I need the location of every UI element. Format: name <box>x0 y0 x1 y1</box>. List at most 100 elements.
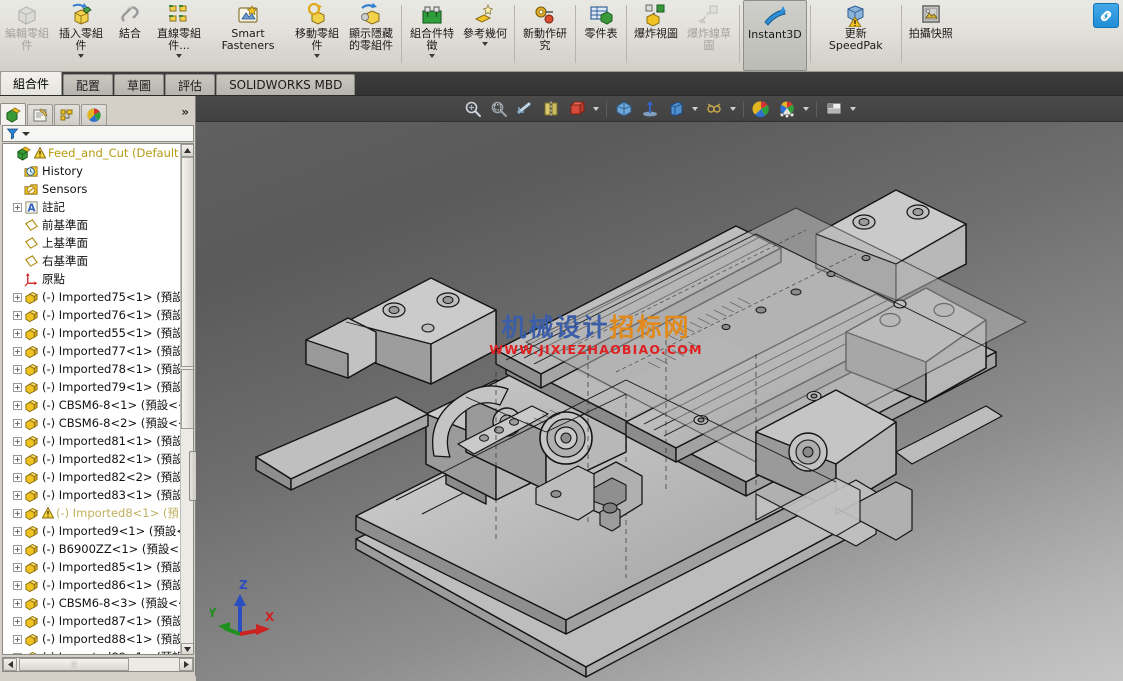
view-orientation-icon[interactable] <box>565 98 589 120</box>
view-orientation-chevron-down-icon[interactable] <box>591 98 601 120</box>
previous-view-icon[interactable] <box>513 98 537 120</box>
chevron-down-icon[interactable] <box>409 51 455 60</box>
expand-plus-icon[interactable]: + <box>13 562 22 572</box>
edit-appearance-icon[interactable] <box>664 98 688 120</box>
viewport-layout-chevron-down-icon[interactable] <box>848 98 858 120</box>
tree-horizontal-scrollbar[interactable]: ⦙⦙⦙ <box>2 657 194 672</box>
tree-item[interactable]: + (-) Imported87<1> (預設 <box>3 612 193 630</box>
tree-item[interactable]: + (-) Imported82<1> (預設 <box>3 450 193 468</box>
tree-item[interactable]: + (-) Imported81<1> (預設 <box>3 432 193 450</box>
tree-item[interactable]: + (-) Imported77<1> (預設 <box>3 342 193 360</box>
apply-scene-chevron-down-icon[interactable] <box>728 98 738 120</box>
tree-item[interactable]: + (-) CBSM6-8<2> (預設<< <box>3 414 193 432</box>
tree-item[interactable]: 原點 <box>3 270 193 288</box>
section-view-icon[interactable] <box>539 98 563 120</box>
tree-item[interactable]: + A 註記 <box>3 198 193 216</box>
expand-plus-icon[interactable]: + <box>13 616 22 626</box>
chevron-down-icon[interactable] <box>156 51 202 60</box>
panel-expand-chevron-icon[interactable]: » <box>181 105 189 119</box>
scroll-up-arrow-icon[interactable] <box>181 144 193 157</box>
expand-plus-icon[interactable]: + <box>13 580 22 590</box>
tree-item[interactable]: + (-) Imported83<1> (預設 <box>3 486 193 504</box>
tree-vertical-scrollbar[interactable] <box>180 144 193 654</box>
chevron-down-icon[interactable] <box>58 51 104 60</box>
ribbon-button-update-speedpak[interactable]: 更新 SpeedPak <box>814 0 898 71</box>
chevron-down-icon[interactable] <box>463 40 507 49</box>
tree-item[interactable]: Sensors <box>3 180 193 198</box>
expand-plus-icon[interactable]: + <box>13 526 22 536</box>
tree-item[interactable]: + (-) Imported78<1> (預設 <box>3 360 193 378</box>
property-manager-tab[interactable] <box>27 104 53 125</box>
tree-item[interactable]: 上基準面 <box>3 234 193 252</box>
tab-assembly[interactable]: 組合件 <box>0 71 63 95</box>
expand-plus-icon[interactable]: + <box>13 598 22 608</box>
tree-scroll-thumb-lower[interactable] <box>181 369 193 429</box>
link-icon[interactable] <box>1093 3 1119 28</box>
ribbon-button-take-snapshot[interactable]: 拍攝快照 <box>905 0 957 71</box>
feature-manager-tab[interactable] <box>0 103 26 125</box>
expand-plus-icon[interactable]: + <box>13 292 22 302</box>
tree-item[interactable]: + (-) B6900ZZ<1> (預設<< <box>3 540 193 558</box>
tree-item[interactable]: Feed_and_Cut (Default< <box>3 144 193 162</box>
ribbon-button-new-motion-study[interactable]: 新動作研究 <box>518 0 572 71</box>
ribbon-button-instant3d[interactable]: Instant3D <box>743 0 807 71</box>
tab-sketch[interactable]: 草圖 <box>114 74 165 95</box>
ribbon-button-insert-component[interactable]: 插入零組件 <box>54 0 108 71</box>
expand-plus-icon[interactable]: + <box>13 364 22 374</box>
ribbon-button-assembly-features[interactable]: 組合件特徵 <box>405 0 459 71</box>
expand-plus-icon[interactable]: + <box>13 634 22 644</box>
feature-tree[interactable]: Feed_and_Cut (Default< History Sensors + … <box>2 143 194 655</box>
display-manager-tab[interactable] <box>81 104 107 125</box>
hscroll-thumb[interactable]: ⦙⦙⦙ <box>19 658 129 671</box>
tree-item[interactable]: + (-) Imported82<2> (預設 <box>3 468 193 486</box>
expand-plus-icon[interactable]: + <box>13 328 22 338</box>
zoom-to-area-icon[interactable] <box>487 98 511 120</box>
tree-item[interactable]: + (-) CBSM6-8<3> (預設<< <box>3 594 193 612</box>
tree-item[interactable]: + (-) Imported76<1> (預設 <box>3 306 193 324</box>
expand-plus-icon[interactable]: + <box>13 418 22 428</box>
tree-item[interactable]: + (-) Imported79<1> (預設 <box>3 378 193 396</box>
expand-plus-icon[interactable]: + <box>13 202 22 212</box>
chevron-down-icon[interactable] <box>294 51 340 60</box>
scroll-right-arrow-icon[interactable] <box>179 658 193 671</box>
expand-plus-icon[interactable]: + <box>13 346 22 356</box>
tree-item[interactable]: + (-) CBSM6-8<1> (預設<< <box>3 396 193 414</box>
expand-plus-icon[interactable]: + <box>13 400 22 410</box>
tree-item[interactable]: 前基準面 <box>3 216 193 234</box>
graphics-viewport[interactable]: Z Y X 机械设计招标网 WWW.JIXIEZHAOBIAO.COM <box>196 122 1123 681</box>
scene-sphere-icon[interactable] <box>775 98 799 120</box>
expand-plus-icon[interactable]: + <box>13 472 22 482</box>
tree-item[interactable]: + (-) Imported55<1> (預設 <box>3 324 193 342</box>
tab-mbd[interactable]: SOLIDWORKS MBD <box>216 74 356 95</box>
tree-item[interactable]: + (-) Imported88<1> (預設 <box>3 630 193 648</box>
ribbon-button-mate[interactable]: 結合 <box>108 0 152 71</box>
display-style-icon[interactable] <box>612 98 636 120</box>
expand-plus-icon[interactable]: + <box>13 652 22 654</box>
ribbon-button-reference-geometry[interactable]: 參考幾何 <box>459 0 511 71</box>
edit-appearance-chevron-down-icon[interactable] <box>690 98 700 120</box>
scroll-left-arrow-icon[interactable] <box>3 658 17 671</box>
viewport-layout-icon[interactable] <box>822 98 846 120</box>
scroll-down-arrow-icon[interactable] <box>181 643 193 654</box>
tree-filter-bar[interactable] <box>2 125 194 142</box>
tree-item[interactable]: History <box>3 162 193 180</box>
ribbon-button-smart-fasteners[interactable]: Smart Fasteners <box>206 0 290 71</box>
tree-scroll-thumb[interactable] <box>181 157 193 367</box>
expand-plus-icon[interactable]: + <box>13 436 22 446</box>
tree-item[interactable]: + (-) Imported85<1> (預設 <box>3 558 193 576</box>
appearances-icon[interactable] <box>749 98 773 120</box>
expand-plus-icon[interactable]: + <box>13 454 22 464</box>
zoom-to-fit-icon[interactable] <box>461 98 485 120</box>
tab-evaluate[interactable]: 評估 <box>165 74 216 95</box>
expand-plus-icon[interactable]: + <box>13 544 22 554</box>
ribbon-button-linear-component-pattern[interactable]: 直線零組件... <box>152 0 206 71</box>
apply-scene-icon[interactable] <box>702 98 726 120</box>
ribbon-button-move-component[interactable]: 移動零組件 <box>290 0 344 71</box>
ribbon-button-bill-of-materials[interactable]: 零件表 <box>579 0 623 71</box>
tab-configuration[interactable]: 配置 <box>63 74 114 95</box>
configuration-manager-tab[interactable] <box>54 104 80 125</box>
expand-plus-icon[interactable]: + <box>13 310 22 320</box>
expand-plus-icon[interactable]: + <box>13 508 22 518</box>
ribbon-button-exploded-view[interactable]: 爆炸視圖 <box>630 0 682 71</box>
hide-show-items-icon[interactable] <box>638 98 662 120</box>
